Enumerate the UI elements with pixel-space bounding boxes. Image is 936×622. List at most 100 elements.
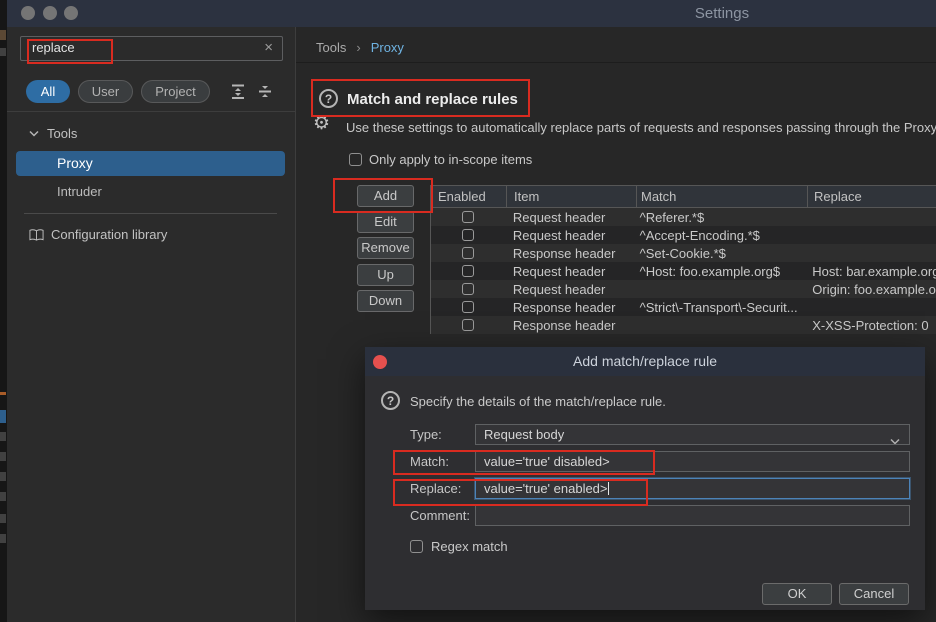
cell-item: Response header — [506, 318, 636, 333]
cancel-button[interactable]: Cancel — [839, 583, 909, 605]
filter-chip-project[interactable]: Project — [141, 80, 210, 103]
expand-all-icon[interactable] — [229, 82, 249, 102]
cell-replace: X-XSS-Protection: 0 — [806, 318, 936, 333]
match-label: Match: — [410, 454, 449, 469]
window-control-minimize[interactable] — [43, 6, 57, 20]
table-row[interactable]: Response header X-XSS-Protection: 0 — [431, 316, 936, 334]
filter-chip-all[interactable]: All — [26, 80, 70, 103]
table-row[interactable]: Request header^Host: foo.example.org$Hos… — [431, 262, 936, 280]
column-header-replace[interactable]: Replace — [807, 186, 936, 208]
filter-chip-user[interactable]: User — [78, 80, 133, 103]
row-enabled-checkbox[interactable] — [462, 211, 474, 223]
dialog-close-button[interactable] — [373, 355, 387, 369]
type-select[interactable]: Request body — [475, 424, 910, 445]
cell-enabled — [431, 211, 506, 223]
cell-item: Request header — [506, 282, 636, 297]
breadcrumb-proxy[interactable]: Proxy — [371, 40, 404, 55]
regex-match-label: Regex match — [431, 539, 508, 554]
sidebar-item-intruder[interactable]: Intruder — [57, 184, 102, 199]
section-description: Use these settings to automatically repl… — [346, 120, 936, 135]
match-input-value: value='true' disabled> — [484, 454, 610, 469]
chevron-down-icon — [889, 432, 901, 445]
cell-item: Request header — [506, 264, 636, 279]
collapse-all-icon[interactable] — [256, 82, 276, 102]
edit-button[interactable]: Edit — [357, 211, 414, 233]
book-icon — [29, 228, 44, 242]
table-row[interactable]: Response header^Strict\-Transport\-Secur… — [431, 298, 936, 316]
row-enabled-checkbox[interactable] — [462, 247, 474, 259]
cell-match: ^Accept-Encoding.*$ — [636, 228, 807, 243]
chevron-down-icon — [29, 130, 39, 138]
text-cursor — [608, 482, 609, 495]
table-row[interactable]: Request header^Accept-Encoding.*$ — [431, 226, 936, 244]
comment-input[interactable] — [475, 505, 910, 526]
dialog-title: Add match/replace rule — [365, 347, 925, 376]
settings-sidebar: replace × All User Project Tools Proxy I… — [7, 27, 296, 622]
cell-item: Response header — [506, 300, 636, 315]
down-button[interactable]: Down — [357, 290, 414, 312]
row-enabled-checkbox[interactable] — [462, 229, 474, 241]
replace-input[interactable]: value='true' enabled> — [475, 478, 910, 499]
in-scope-checkbox[interactable] — [349, 153, 362, 166]
help-icon[interactable]: ? — [381, 391, 400, 410]
cell-match: ^Strict\-Transport\-Securit... — [636, 300, 807, 315]
match-replace-rules-table: Enabled Item Match Replace Request heade… — [430, 185, 936, 334]
regex-match-checkbox[interactable] — [410, 540, 423, 553]
cell-enabled — [431, 283, 506, 295]
window-titlebar: Settings — [7, 0, 936, 27]
strip-fragment — [0, 452, 6, 461]
config-library-label: Configuration library — [51, 227, 167, 242]
breadcrumb-tools[interactable]: Tools — [316, 40, 346, 55]
replace-input-value: value='true' enabled> — [484, 481, 608, 496]
breadcrumb: Tools › Proxy — [316, 40, 404, 55]
gear-icon: ⚙ — [313, 112, 330, 135]
strip-fragment — [0, 472, 6, 481]
add-button[interactable]: Add — [357, 185, 414, 207]
strip-fragment — [0, 514, 6, 523]
dialog-description: Specify the details of the match/replace… — [410, 394, 666, 409]
column-header-match[interactable]: Match — [636, 186, 807, 208]
remove-button[interactable]: Remove — [357, 237, 414, 259]
breadcrumb-separator-icon: › — [356, 40, 360, 55]
tree-group-label: Tools — [47, 126, 77, 141]
comment-label: Comment: — [410, 508, 470, 523]
strip-fragment — [0, 410, 6, 423]
strip-fragment — [0, 392, 6, 395]
row-enabled-checkbox[interactable] — [462, 301, 474, 313]
search-value: replace — [32, 40, 75, 55]
cell-enabled — [431, 247, 506, 259]
window-title: Settings — [647, 5, 797, 22]
clear-search-icon[interactable]: × — [264, 39, 273, 56]
ok-button[interactable]: OK — [762, 583, 832, 605]
row-enabled-checkbox[interactable] — [462, 265, 474, 277]
row-enabled-checkbox[interactable] — [462, 319, 474, 331]
sidebar-divider — [7, 111, 296, 112]
strip-fragment — [0, 492, 6, 501]
cell-item: Request header — [506, 228, 636, 243]
window-control-maximize[interactable] — [64, 6, 78, 20]
search-input[interactable]: replace × — [20, 36, 283, 61]
table-header: Enabled Item Match Replace — [431, 186, 936, 208]
cell-enabled — [431, 301, 506, 313]
add-match-replace-rule-dialog: Add match/replace rule ? Specify the det… — [365, 347, 925, 610]
replace-label: Replace: — [410, 481, 461, 496]
cell-match: ^Host: foo.example.org$ — [636, 264, 807, 279]
tree-group-tools[interactable]: Tools — [29, 126, 77, 141]
in-scope-checkbox-label: Only apply to in-scope items — [369, 152, 532, 167]
window-control-close[interactable] — [21, 6, 35, 20]
table-row[interactable]: Response header^Set-Cookie.*$ — [431, 244, 936, 262]
table-row[interactable]: Request headerOrigin: foo.example.org — [431, 280, 936, 298]
cell-replace: Host: bar.example.org — [806, 264, 936, 279]
column-header-item[interactable]: Item — [506, 186, 636, 208]
up-button[interactable]: Up — [357, 264, 414, 286]
column-header-enabled[interactable]: Enabled — [431, 186, 506, 208]
row-enabled-checkbox[interactable] — [462, 283, 474, 295]
table-row[interactable]: Request header^Referer.*$ — [431, 208, 936, 226]
cell-item: Response header — [506, 246, 636, 261]
help-icon[interactable]: ? — [319, 89, 338, 108]
strip-fragment — [0, 432, 6, 441]
match-input[interactable]: value='true' disabled> — [475, 451, 910, 472]
page-title: Match and replace rules — [347, 91, 518, 108]
sidebar-item-proxy[interactable]: Proxy — [16, 151, 285, 176]
sidebar-item-configuration-library[interactable]: Configuration library — [29, 227, 167, 242]
